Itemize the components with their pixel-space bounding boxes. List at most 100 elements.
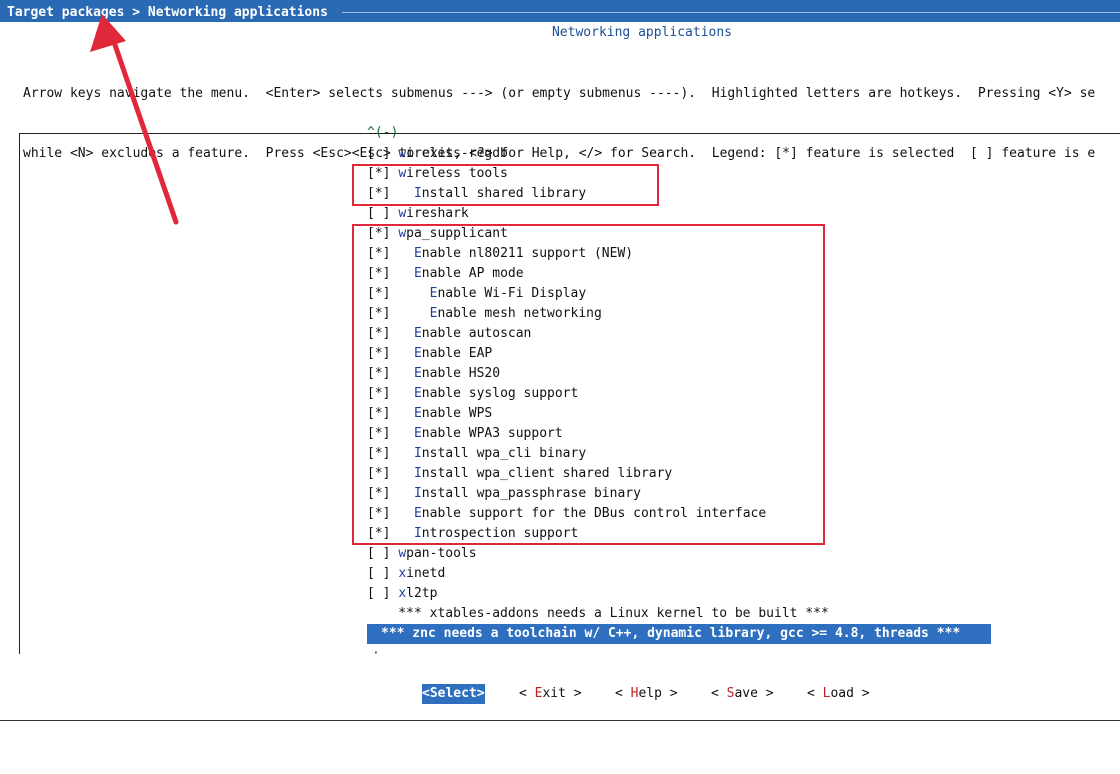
menu-item[interactable]: [*] Enable AP mode (367, 264, 991, 284)
menu-item[interactable]: [ ] wireless-regdb (367, 144, 991, 164)
menu-item[interactable]: [ ] xinetd (367, 564, 991, 584)
title-bar-rule (342, 12, 1120, 13)
breadcrumb-separator: > (124, 5, 148, 20)
menu-item[interactable]: [*] Install wpa_client shared library (367, 464, 991, 484)
menu-item-label: nable syslog support (421, 386, 579, 401)
checkbox[interactable]: [*] (367, 326, 398, 341)
checkbox[interactable]: [*] (367, 406, 398, 421)
checkbox[interactable]: [*] (367, 386, 398, 401)
hotkey-letter: E (413, 506, 422, 521)
hotkey-letter: w (398, 226, 407, 241)
checkbox[interactable]: [ ] (367, 206, 398, 221)
hotkey-letter: x (398, 566, 407, 581)
hotkey-letter: w (398, 166, 407, 181)
help-button[interactable]: < Help > (615, 684, 678, 704)
menu-item[interactable]: [*] Enable autoscan (367, 324, 991, 344)
hotkey-letter: E (413, 326, 422, 341)
checkbox[interactable]: [*] (367, 286, 398, 301)
hotkey-letter: E (413, 366, 422, 381)
panel-title: Networking applications (551, 25, 732, 40)
checkbox[interactable]: [ ] (367, 566, 398, 581)
menu-item-label: nable WPA3 support (421, 426, 563, 441)
checkbox[interactable]: [ ] (367, 146, 398, 161)
checkbox[interactable]: [*] (367, 306, 398, 321)
menu-item[interactable]: [*] Enable EAP (367, 344, 991, 364)
checkbox[interactable]: [*] (367, 186, 398, 201)
hotkey-letter: E (413, 346, 422, 361)
checkbox[interactable]: [*] (367, 466, 398, 481)
checkbox[interactable]: [ ] (367, 546, 398, 561)
checkbox[interactable]: [*] (367, 166, 398, 181)
checkbox[interactable]: [*] (367, 506, 398, 521)
menu-item-label: nable mesh networking (437, 306, 602, 321)
menu-item[interactable]: [*] Enable support for the DBus control … (367, 504, 991, 524)
menu-item-label: nable EAP (421, 346, 493, 361)
menu-item[interactable]: [*] wireless tools (367, 164, 991, 184)
menu-item[interactable]: [*] Install wpa_passphrase binary (367, 484, 991, 504)
hotkey-letter: I (413, 526, 422, 541)
checkbox[interactable]: [*] (367, 426, 398, 441)
menu-item-label: nable HS20 (421, 366, 501, 381)
checkbox[interactable]: [*] (367, 526, 398, 541)
hotkey-letter: w (398, 546, 407, 561)
menu-item[interactable]: [*] Enable HS20 (367, 364, 991, 384)
menu-item[interactable]: [ ] wpan-tools (367, 544, 991, 564)
checkbox[interactable]: [*] (367, 486, 398, 501)
save-button[interactable]: < Save > (711, 684, 774, 704)
menu-item[interactable]: [*] Introspection support (367, 524, 991, 544)
menu-item[interactable]: [*] Install shared library (367, 184, 991, 204)
menu-item[interactable]: [*] Enable syslog support (367, 384, 991, 404)
menu-item[interactable]: [*] Enable mesh networking (367, 304, 991, 324)
bottom-divider (0, 720, 1120, 721)
breadcrumb-target-packages[interactable]: Target packages (7, 5, 124, 20)
menu-item-label: nable nl80211 support (NEW) (421, 246, 634, 261)
menu-item-label: ireless tools (406, 166, 508, 181)
checkbox[interactable]: [*] (367, 346, 398, 361)
menu-item-label: inetd (406, 566, 446, 581)
menu-list: [ ] wireless-regdb [*] wireless tools [*] … (367, 144, 991, 644)
checkbox[interactable]: [*] (367, 246, 398, 261)
load-button[interactable]: < Load > (807, 684, 870, 704)
hotkey-letter: I (413, 446, 422, 461)
menu-item[interactable]: [*] Enable WPA3 support (367, 424, 991, 444)
menu-item-label: l2tp (406, 586, 438, 601)
menu-item-label: ireless-regdb (406, 146, 508, 161)
checkbox[interactable]: [ ] (367, 586, 398, 601)
menu-item[interactable]: [*] Enable Wi-Fi Display (367, 284, 991, 304)
checkbox[interactable]: [*] (367, 266, 398, 281)
hotkey-letter: I (413, 466, 422, 481)
menu-item-label: nable WPS (421, 406, 493, 421)
menu-item-label: pa_supplicant (406, 226, 508, 241)
menu-item-label: nstall wpa_client shared library (421, 466, 673, 481)
hotkey-letter: E (413, 426, 422, 441)
hotkey-letter: w (398, 146, 407, 161)
hotkey-letter: I (413, 486, 422, 501)
exit-button[interactable]: < Exit > (519, 684, 582, 704)
menu-item[interactable]: [ ] wireshark (367, 204, 991, 224)
hotkey-letter: x (398, 586, 407, 601)
breadcrumb-networking-applications: Networking applications (147, 5, 328, 20)
button-bar: <Select> < Exit > < Help > < Save > < Lo… (0, 684, 1120, 704)
menu-item[interactable]: [*] wpa_supplicant (367, 224, 991, 244)
checkbox[interactable]: [*] (367, 226, 398, 241)
checkbox[interactable]: [*] (367, 446, 398, 461)
hotkey-letter: I (413, 186, 422, 201)
menu-item[interactable]: [*] Install wpa_cli binary (367, 444, 991, 464)
checkbox[interactable]: [*] (367, 366, 398, 381)
comment-znc-selected[interactable]: *** znc needs a toolchain w/ C++, dynami… (367, 624, 991, 644)
menu-item-label: nstall wpa_passphrase binary (421, 486, 641, 501)
scroll-up-indicator: ^(-) (367, 125, 399, 140)
select-button[interactable]: <Select> (422, 684, 485, 704)
menu-item[interactable]: [*] Enable WPS (367, 404, 991, 424)
menu-item[interactable]: [ ] xl2tp (367, 584, 991, 604)
menu-item[interactable]: [*] Enable nl80211 support (NEW) (367, 244, 991, 264)
